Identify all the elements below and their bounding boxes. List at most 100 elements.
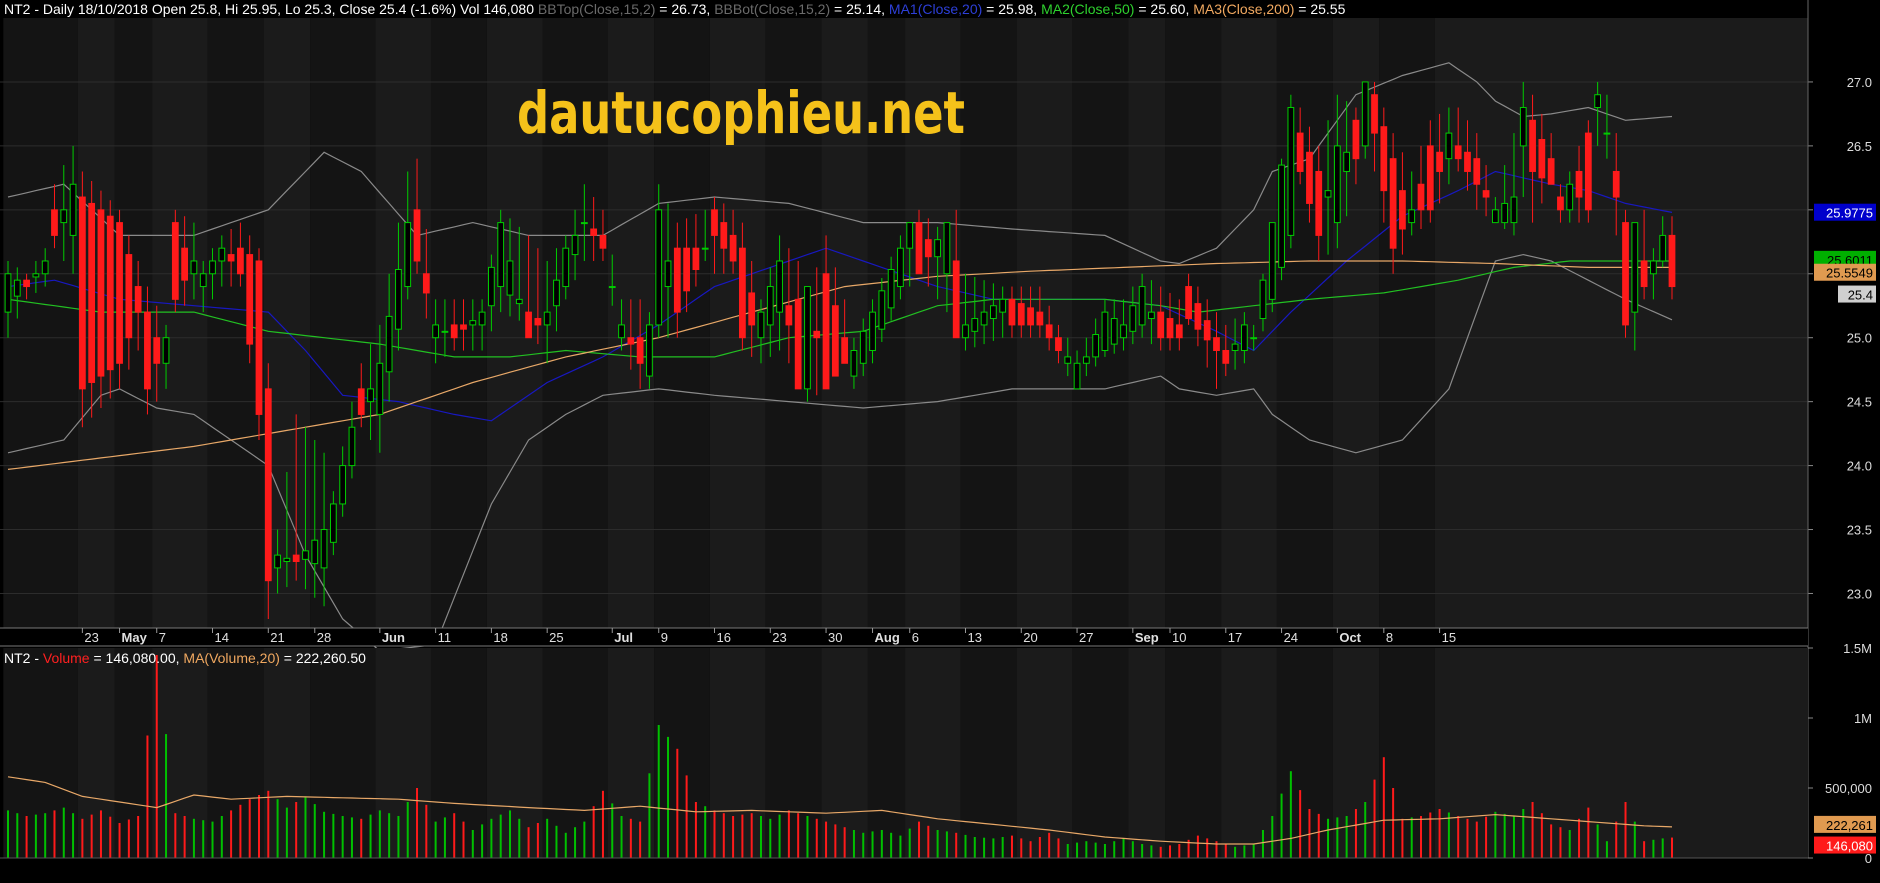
candle-body [897,247,904,288]
volume-bar [927,825,930,858]
volume-bar [1076,842,1079,858]
y-tick-label: 24.0 [1847,459,1872,474]
volume-bar [787,810,790,858]
volume-bar [732,816,735,858]
volume-band [430,648,487,858]
candle-body [673,247,681,313]
candle-body [599,234,607,249]
candle-body [1557,196,1564,211]
volume-bar [741,814,744,858]
candle-body [4,273,12,313]
candle-body [1036,311,1044,326]
volume-bar [508,810,511,858]
candle-body [78,196,86,390]
volume-bar [1327,818,1330,858]
candle-body [13,279,21,297]
candle [78,171,86,428]
volume-band [375,648,431,858]
candle-body [766,286,774,326]
candle-body [776,260,783,313]
candle-body [655,209,663,326]
volume-bar [648,773,651,858]
candle-body [1603,132,1611,135]
candle-body [1055,337,1062,351]
candle-body [60,209,68,224]
volume-bar [481,824,484,858]
volume-bar [1671,837,1673,858]
volume-bar [248,799,251,858]
volume-band [486,648,543,858]
candle-body [1157,311,1165,339]
volume-bar [99,810,102,858]
volume-bar [220,816,223,858]
volume-bar [1234,846,1237,858]
volume-bar [1540,813,1543,858]
volume-bar [1457,816,1460,858]
candle-body [757,311,765,339]
header-segment: MA3(Close,200) [1193,1,1294,17]
candle-body [1594,94,1602,109]
candle-body [646,324,653,377]
candle-body [1399,190,1406,230]
candle-body [1482,190,1490,198]
volume-band [905,648,961,858]
volume-bar [1485,816,1488,858]
candle-body [1092,334,1100,358]
price-band [3,18,78,628]
volume-bar [304,796,307,858]
volume-panel-background [3,648,1808,858]
volume-bar [871,831,874,858]
candle-body [218,247,226,262]
volume-bar [267,790,270,858]
volume-bar [1196,835,1199,858]
volume-bar [1020,838,1023,858]
candle-body [794,298,802,390]
volume-bar [1531,802,1534,858]
volume-band [1165,648,1222,858]
candle-body [441,330,449,333]
candle-body [1064,356,1072,364]
volume-bar [1568,830,1571,858]
value-tag-label: 25.9775 [1826,206,1873,221]
candle-body [571,234,579,256]
candle-body [181,247,189,281]
candle [88,181,96,418]
volume-bar [1364,802,1367,858]
x-tick-label: 20 [1023,630,1037,645]
price-band [375,18,431,628]
candle-body [1148,311,1155,320]
volume-bar [471,830,474,858]
volume-bar [165,734,168,858]
volume-bar [852,830,855,858]
candle-body [627,337,635,345]
candle [1287,94,1295,249]
candle [246,235,254,364]
volume-bar [1280,793,1283,858]
candle-body [962,324,969,339]
candle-body [878,290,886,330]
candle-body [1519,107,1527,147]
candle-body [1045,324,1053,339]
x-tick-label: May [122,630,148,645]
candle-body [869,311,876,351]
candle-body [339,465,347,505]
volume-bar [81,818,84,858]
price-band [1165,18,1222,628]
candle-body [525,311,532,339]
x-tick-label: 15 [1442,630,1456,645]
volume-bar [964,834,967,858]
volume-bar [1131,841,1134,858]
volume-bar [1624,802,1627,858]
candle-body [553,279,560,307]
volume-band [654,648,710,858]
value-tag-label: 146,080 [1826,839,1873,854]
volume-bar [769,818,772,858]
candle-body [943,222,951,275]
volume-bar [611,803,614,858]
volume-bar [685,775,688,858]
volume-bar [202,820,205,858]
volume-bar [815,818,818,858]
header-segment: = 25.55 [1294,1,1345,17]
volume-bar [899,835,902,858]
header-segment: Volume [43,650,90,666]
